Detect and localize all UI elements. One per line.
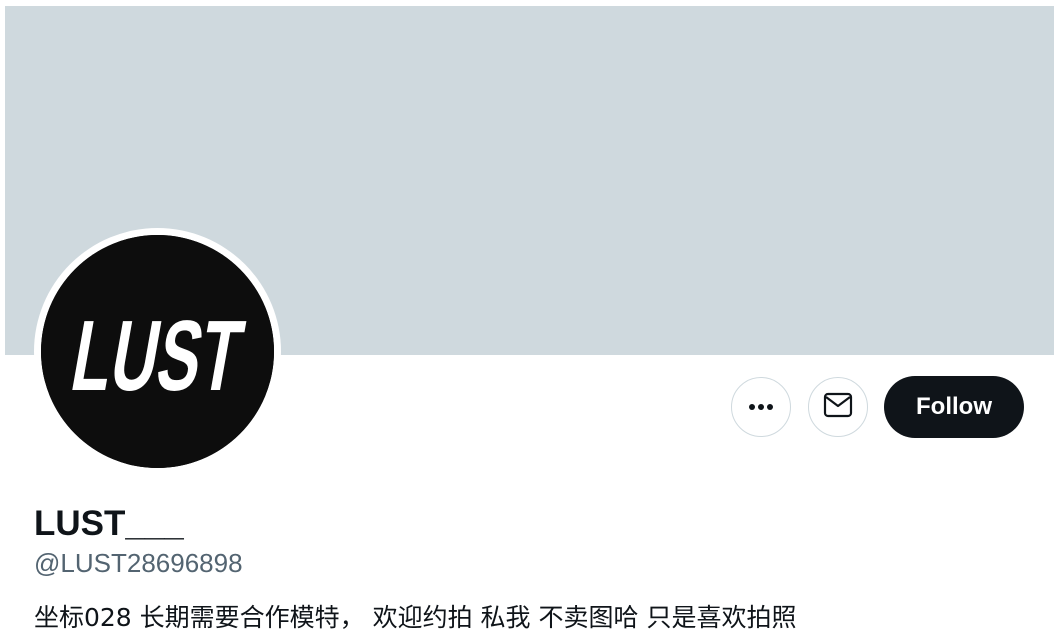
display-name: LUST___ [34,504,184,543]
more-horizontal-icon [748,398,774,416]
profile-page: LUST Follow LUST___ @LUST28696898 坐标028 … [0,0,1061,638]
profile-bio: 坐标028 长期需要合作模特， 欢迎约拍 私我 不卖图哈 只是喜欢拍照 [34,603,797,632]
follow-button[interactable]: Follow [884,376,1024,438]
avatar-logo-text: LUST [64,299,251,411]
message-button[interactable] [808,377,868,437]
envelope-icon [823,392,853,423]
user-handle: @LUST28696898 [34,548,243,578]
more-options-button[interactable] [731,377,791,437]
avatar[interactable]: LUST [41,235,274,468]
lust-logo: LUST [41,235,274,468]
